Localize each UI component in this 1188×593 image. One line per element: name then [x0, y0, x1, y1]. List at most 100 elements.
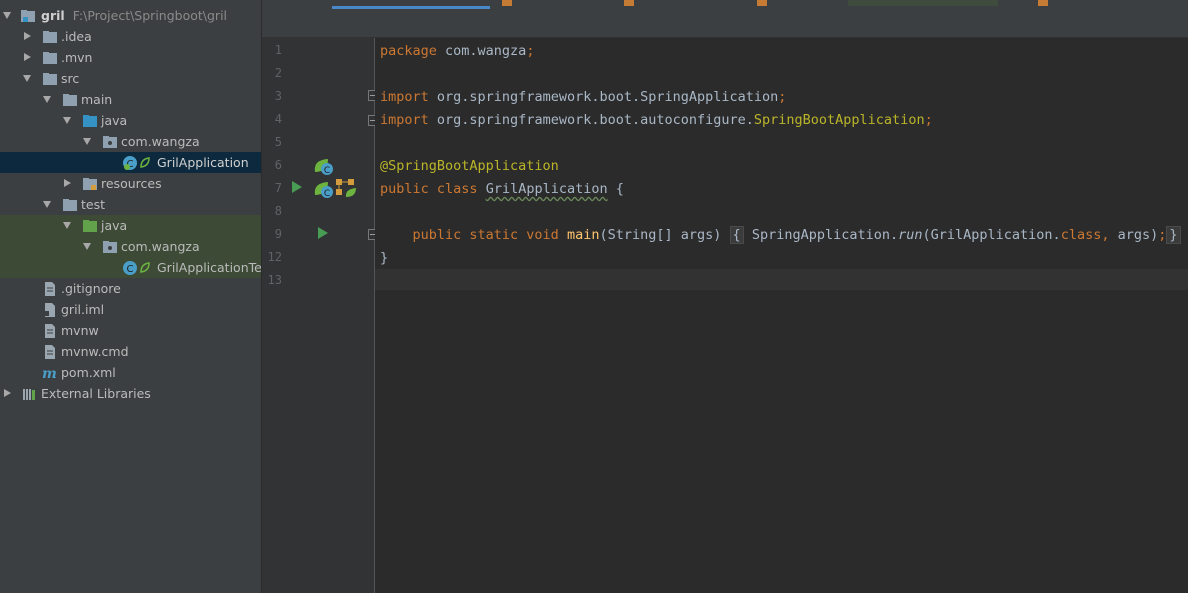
tree-item-label: java	[101, 218, 128, 233]
collapse-arrow-icon[interactable]	[4, 389, 11, 397]
spring-class-icon: C	[122, 155, 138, 171]
tree-item-src[interactable]: src	[0, 68, 261, 89]
tab-file-icon[interactable]	[624, 0, 634, 6]
tree-item-gitignore[interactable]: .gitignore	[0, 278, 261, 299]
tree-item-resources[interactable]: resources	[0, 173, 261, 194]
tree-item-label: mvnw	[61, 323, 99, 338]
method-name: main	[566, 227, 600, 243]
file-icon	[42, 323, 58, 339]
keyword: class	[1060, 227, 1102, 243]
expand-arrow-icon[interactable]	[83, 138, 91, 145]
package-icon	[102, 134, 118, 150]
tab-active[interactable]	[332, 0, 490, 9]
folded-brace-close[interactable]: }	[1166, 226, 1181, 244]
tab-file-icon[interactable]	[1038, 0, 1048, 6]
tree-item-label: .idea	[61, 29, 92, 44]
collapse-arrow-icon[interactable]	[24, 32, 31, 40]
svg-text:C: C	[324, 166, 330, 176]
tree-item-package-test[interactable]: com.wangza	[0, 236, 261, 257]
test-folder-icon	[82, 218, 98, 234]
tree-item-pom-xml[interactable]: m pom.xml	[0, 362, 261, 383]
code-line-3: import org.springframework.boot.SpringAp…	[380, 87, 786, 107]
line-number: 6	[274, 158, 282, 172]
file-icon	[42, 344, 58, 360]
spring-bean-icon[interactable]: C	[312, 156, 334, 180]
tree-item-test[interactable]: test	[0, 194, 261, 215]
tree-item-main[interactable]: main	[0, 89, 261, 110]
tree-item-label: main	[81, 92, 113, 107]
svg-text:m: m	[42, 366, 57, 381]
tree-item-external-libraries[interactable]: External Libraries	[0, 383, 261, 404]
iml-file-icon	[42, 302, 58, 318]
expand-arrow-icon[interactable]	[63, 117, 71, 124]
tree-item-package-main[interactable]: com.wangza	[0, 131, 261, 152]
code-line-4: import org.springframework.boot.autoconf…	[380, 110, 933, 130]
tree-item-gril-iml[interactable]: gril.iml	[0, 299, 261, 320]
project-name: gril	[41, 8, 65, 23]
code-editor[interactable]: package com.wangza; import org.springfra…	[375, 38, 1188, 593]
tree-item-java-test[interactable]: java	[0, 215, 261, 236]
spring-dependency-icon[interactable]	[334, 177, 358, 203]
tree-item-label: resources	[101, 176, 162, 191]
line-number: 9	[274, 227, 282, 241]
expand-arrow-icon[interactable]	[63, 222, 71, 229]
svg-text:C: C	[324, 189, 330, 199]
code-semicolon: ;	[924, 112, 933, 128]
tree-item-idea[interactable]: .idea	[0, 26, 261, 47]
code-line-7: public class GrilApplication {	[380, 179, 624, 199]
tree-item-java-main[interactable]: java	[0, 110, 261, 131]
folder-icon	[62, 197, 78, 213]
tree-item-gril-application[interactable]: C GrilApplication	[0, 152, 261, 173]
run-main-icon[interactable]	[318, 227, 328, 239]
run-class-icon[interactable]	[292, 181, 302, 193]
tree-item-label: pom.xml	[61, 365, 116, 380]
expand-arrow-icon[interactable]	[43, 201, 51, 208]
expand-arrow-icon[interactable]	[43, 96, 51, 103]
tab-file-icon[interactable]	[502, 0, 512, 6]
editor-tab-bar	[262, 0, 1188, 38]
tree-item-label: mvnw.cmd	[61, 344, 129, 359]
tree-item-label: java	[101, 113, 128, 128]
tree-item-gril-application-tests[interactable]: C GrilApplicationTes	[0, 257, 261, 278]
code-class-ref: SpringBootApplication	[753, 112, 925, 128]
line-number: 1	[274, 43, 282, 57]
keyword: import	[380, 89, 429, 105]
tree-item-mvn[interactable]: .mvn	[0, 47, 261, 68]
keyword: public class	[380, 181, 478, 197]
line-number: 4	[274, 112, 282, 126]
folder-icon	[42, 50, 58, 66]
tree-item-mvnw-cmd[interactable]: mvnw.cmd	[0, 341, 261, 362]
annotation: @SpringBootApplication	[380, 158, 559, 174]
code-text: SpringApplication.	[743, 227, 899, 243]
collapse-arrow-icon[interactable]	[64, 179, 71, 187]
maven-icon: m	[42, 365, 58, 382]
tab-test[interactable]	[848, 0, 998, 6]
expand-arrow-icon[interactable]	[3, 12, 11, 19]
line-number: 5	[274, 135, 282, 149]
folded-brace-open[interactable]: {	[729, 226, 744, 244]
class-name: GrilApplication	[485, 181, 608, 197]
expand-arrow-icon[interactable]	[23, 75, 31, 82]
tab-file-icon[interactable]	[757, 0, 767, 6]
code-line-12: }	[380, 248, 388, 268]
spring-leaf-icon	[139, 155, 151, 171]
line-number: 13	[267, 273, 282, 287]
folder-icon	[42, 71, 58, 87]
current-line-highlight	[375, 269, 1188, 290]
tree-item-label: .gitignore	[61, 281, 121, 296]
tree-item-label: gril.iml	[61, 302, 105, 317]
tree-item-label: GrilApplication	[157, 155, 249, 170]
collapse-arrow-icon[interactable]	[24, 53, 31, 61]
folder-icon	[62, 92, 78, 108]
expand-arrow-icon[interactable]	[83, 243, 91, 250]
tree-item-label: .mvn	[61, 50, 93, 65]
code-semicolon: ;	[778, 89, 787, 105]
tree-item-mvnw[interactable]: mvnw	[0, 320, 261, 341]
tree-root-gril[interactable]: gril F:\Project\Springboot\gril	[0, 5, 261, 26]
tree-item-label: test	[81, 197, 106, 212]
tree-item-label: External Libraries	[41, 386, 151, 401]
spring-bean-icon[interactable]: C	[312, 179, 334, 203]
code-text: args)	[1109, 227, 1159, 243]
code-text: (String[] args)	[599, 227, 722, 243]
resources-folder-icon	[82, 176, 98, 192]
